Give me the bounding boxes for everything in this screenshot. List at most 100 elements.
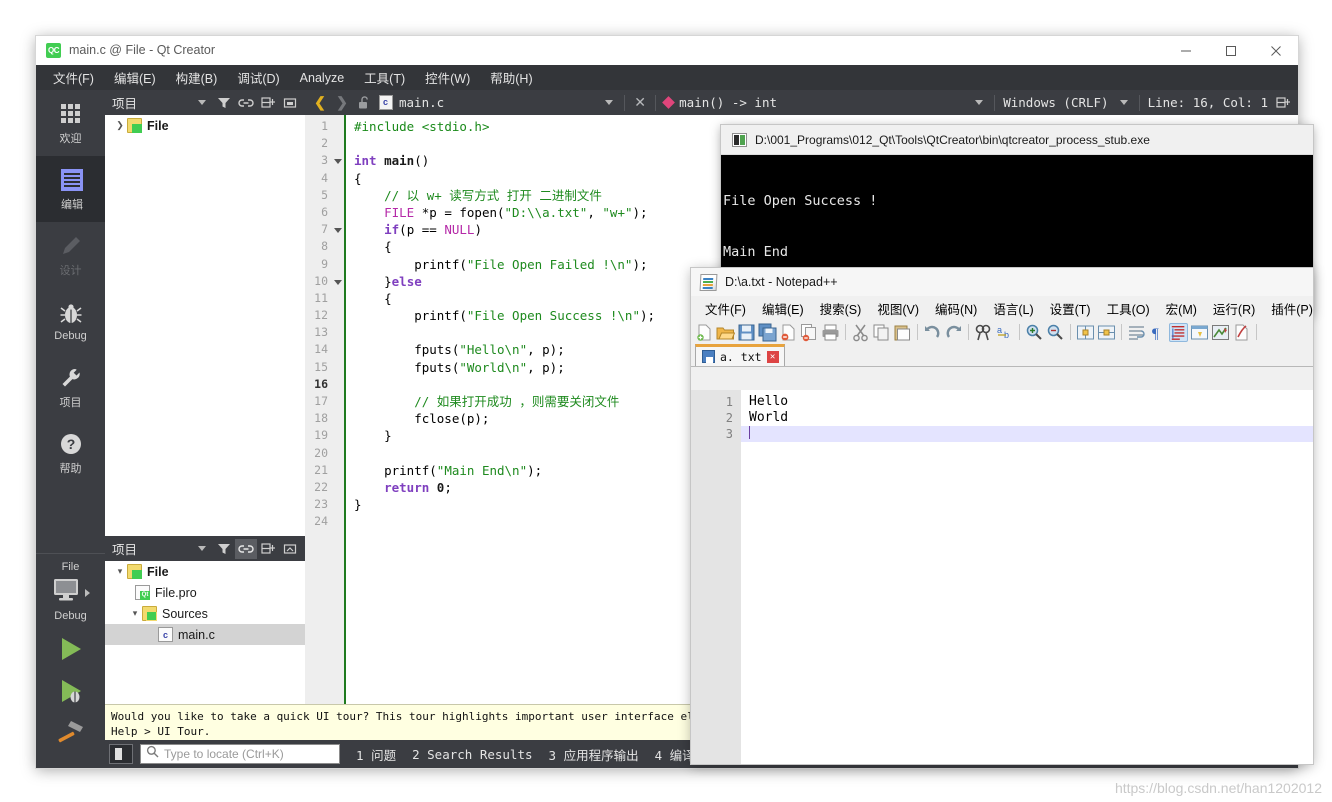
- npp-menu-view[interactable]: 视图(V): [869, 297, 927, 320]
- redo-icon[interactable]: [944, 323, 963, 342]
- close-all-icon[interactable]: [800, 323, 819, 342]
- panel-combo-arrow-icon[interactable]: [191, 539, 213, 559]
- mode-projects[interactable]: 项目: [36, 354, 105, 420]
- desktop-kit-icon[interactable]: [51, 577, 81, 608]
- npp-tab-a-txt[interactable]: a. txt ✕: [695, 344, 785, 366]
- project-tree-top[interactable]: ❯ Qt File: [105, 115, 305, 536]
- tree-row-file-root[interactable]: ❯ Qt File: [105, 115, 305, 136]
- menu-edit[interactable]: 编辑(E): [104, 65, 166, 90]
- menu-help[interactable]: 帮助(H): [480, 65, 542, 90]
- fold-marker[interactable]: [332, 273, 344, 290]
- output-pane-search-results[interactable]: 2 Search Results: [412, 747, 532, 762]
- line-ending-selector[interactable]: Windows (CRLF): [999, 92, 1112, 114]
- npp-menu-edit[interactable]: 编辑(E): [754, 297, 812, 320]
- close-file-icon[interactable]: [779, 323, 798, 342]
- tree-row-sources[interactable]: ▾ C+ Sources: [105, 603, 305, 624]
- npp-menu-language[interactable]: 语言(L): [985, 297, 1041, 320]
- mode-debug[interactable]: Debug: [36, 288, 105, 354]
- mode-design[interactable]: 设计: [36, 222, 105, 288]
- file-dropdown-arrow-icon[interactable]: [598, 92, 620, 114]
- run-icon[interactable]: [56, 635, 86, 668]
- tree-row-file-pro[interactable]: Qt File.pro: [105, 582, 305, 603]
- close-icon[interactable]: [1253, 36, 1298, 65]
- forward-arrow-icon[interactable]: ❯: [331, 92, 353, 114]
- zoom-out-icon[interactable]: [1046, 323, 1065, 342]
- sync-horizontal-icon[interactable]: [1097, 323, 1116, 342]
- npp-document-text[interactable]: HelloWorld: [741, 390, 1313, 764]
- link-icon[interactable]: [235, 539, 257, 559]
- npp-menu-search[interactable]: 搜索(S): [812, 297, 870, 320]
- split-icon[interactable]: [257, 539, 279, 559]
- open-file-tab[interactable]: main.c: [375, 92, 448, 114]
- filter-icon[interactable]: [213, 539, 235, 559]
- npp-menu-run[interactable]: 运行(R): [1205, 297, 1263, 320]
- show-all-chars-icon[interactable]: ¶: [1148, 323, 1167, 342]
- mode-welcome[interactable]: 欢迎: [36, 90, 105, 156]
- user-define-dialog-icon[interactable]: [1190, 323, 1209, 342]
- npp-menu-tools[interactable]: 工具(O): [1099, 297, 1158, 320]
- menu-analyze[interactable]: Analyze: [290, 68, 354, 88]
- save-all-icon[interactable]: [758, 323, 777, 342]
- split-editor-icon[interactable]: [1272, 92, 1294, 114]
- twisty-expanded-icon[interactable]: ▾: [128, 608, 142, 619]
- back-arrow-icon[interactable]: ❮: [309, 92, 331, 114]
- search-input[interactable]: Type to locate (Ctrl+K): [140, 744, 340, 764]
- minimize-panel-icon[interactable]: [279, 93, 301, 113]
- symbol-dropdown-arrow-icon[interactable]: [968, 92, 990, 114]
- output-pane-issues[interactable]: 1 问题: [356, 745, 396, 764]
- minimize-panel-icon[interactable]: [279, 539, 301, 559]
- menu-debug[interactable]: 调试(D): [227, 65, 289, 90]
- copy-icon[interactable]: [872, 323, 891, 342]
- zoom-in-icon[interactable]: [1025, 323, 1044, 342]
- cut-icon[interactable]: [851, 323, 870, 342]
- project-tree-bottom[interactable]: ▾ Qt File Qt File.pro ▾ C+ Sources c mai…: [105, 561, 305, 704]
- show-func-list-icon[interactable]: [1232, 323, 1251, 342]
- mode-edit[interactable]: 编辑: [36, 156, 105, 222]
- run-debug-icon[interactable]: [56, 677, 86, 710]
- npp-menu-settings[interactable]: 设置(T): [1042, 297, 1099, 320]
- unlocked-icon[interactable]: [353, 92, 375, 114]
- fold-marker[interactable]: [332, 152, 344, 169]
- symbol-selector[interactable]: main() -> int: [660, 92, 781, 114]
- fold-gutter[interactable]: [332, 115, 344, 704]
- menu-tools[interactable]: 工具(T): [354, 65, 415, 90]
- close-tab-icon[interactable]: ✕: [767, 351, 779, 363]
- sync-vertical-icon[interactable]: [1076, 323, 1095, 342]
- npp-menu-plugins[interactable]: 插件(P): [1263, 297, 1313, 320]
- toggle-sidebar-icon[interactable]: [109, 744, 133, 764]
- hammer-icon[interactable]: [55, 719, 87, 752]
- filter-icon[interactable]: [213, 93, 235, 113]
- panel-combo-arrow-icon[interactable]: [191, 93, 213, 113]
- npp-menu-macro[interactable]: 宏(M): [1158, 297, 1205, 320]
- undo-icon[interactable]: [923, 323, 942, 342]
- tree-row-main-c[interactable]: c main.c: [105, 624, 305, 645]
- word-wrap-icon[interactable]: [1127, 323, 1146, 342]
- paste-icon[interactable]: [893, 323, 912, 342]
- close-icon[interactable]: ✕: [629, 92, 651, 114]
- minimize-icon[interactable]: [1163, 36, 1208, 65]
- menu-file[interactable]: 文件(F): [43, 65, 104, 90]
- new-file-icon[interactable]: [695, 323, 714, 342]
- output-pane-app-output[interactable]: 3 应用程序输出: [549, 745, 639, 764]
- npp-menu-encoding[interactable]: 编码(N): [927, 297, 985, 320]
- npp-menu-file[interactable]: 文件(F): [697, 297, 754, 320]
- mode-help[interactable]: ? 帮助: [36, 420, 105, 486]
- kit-expand-arrow-icon[interactable]: [85, 589, 90, 597]
- link-icon[interactable]: [235, 93, 257, 113]
- menu-build[interactable]: 构建(B): [166, 65, 228, 90]
- print-icon[interactable]: [821, 323, 840, 342]
- show-doc-map-icon[interactable]: [1211, 323, 1230, 342]
- line-ending-arrow-icon[interactable]: [1113, 92, 1135, 114]
- menu-widgets[interactable]: 控件(W): [415, 65, 480, 90]
- open-file-icon[interactable]: [716, 323, 735, 342]
- twisty-collapsed-icon[interactable]: ❯: [113, 120, 127, 131]
- notepadpp-editor[interactable]: 123 HelloWorld: [691, 390, 1313, 764]
- indent-guide-icon[interactable]: [1169, 323, 1188, 342]
- save-icon[interactable]: [737, 323, 756, 342]
- fold-marker[interactable]: [332, 221, 344, 238]
- maximize-icon[interactable]: [1208, 36, 1253, 65]
- split-icon[interactable]: [257, 93, 279, 113]
- replace-icon[interactable]: ab: [995, 323, 1014, 342]
- find-icon[interactable]: [974, 323, 993, 342]
- twisty-expanded-icon[interactable]: ▾: [113, 566, 127, 577]
